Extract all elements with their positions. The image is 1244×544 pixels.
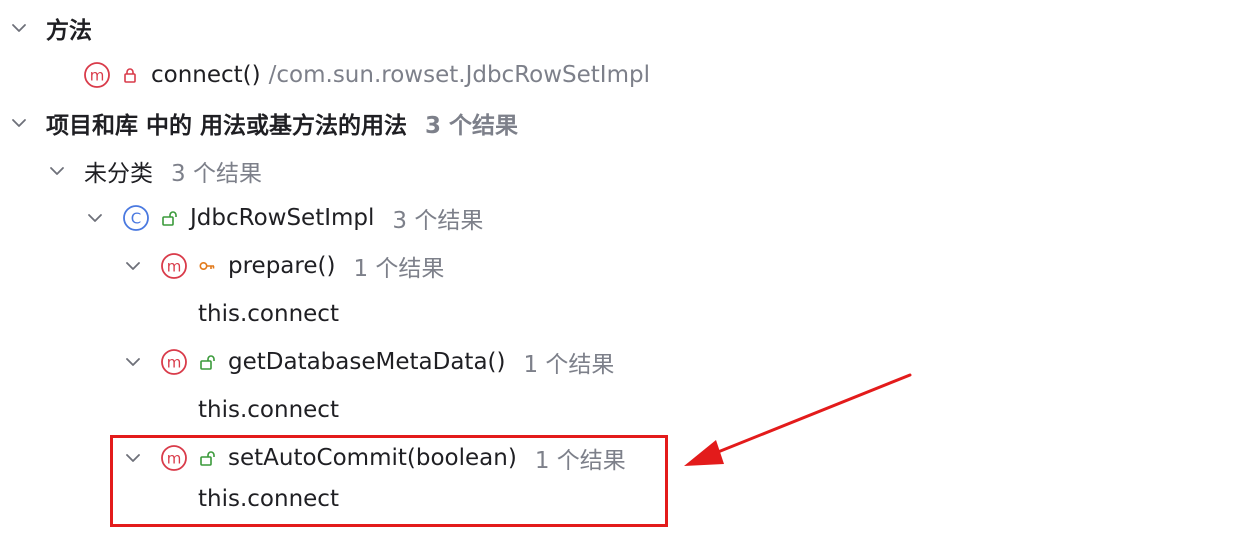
result-count: 3 个结果 xyxy=(392,208,484,234)
lock-open-public-icon xyxy=(198,352,216,372)
tree-row-uncategorized[interactable]: 未分类 3 个结果 xyxy=(0,149,1244,193)
chevron-down-icon[interactable] xyxy=(122,255,144,277)
svg-text:m: m xyxy=(167,258,182,276)
svg-text:m: m xyxy=(167,354,182,372)
method-name: prepare() xyxy=(228,253,336,279)
lock-private-icon xyxy=(121,65,139,85)
method-name: getDatabaseMetaData() xyxy=(228,349,506,375)
method-icon: m xyxy=(83,61,111,89)
tree-row-usages-section[interactable]: 项目和库 中的 用法或基方法的用法 3 个结果 xyxy=(0,101,1244,145)
chevron-down-icon[interactable] xyxy=(84,207,106,229)
group-label: 未分类 xyxy=(84,161,153,187)
tree-row-usage-code[interactable]: this.connect xyxy=(0,292,1244,336)
tree-row-usage-method[interactable]: m getDatabaseMetaData() 1 个结果 xyxy=(0,340,1244,384)
usage-code: this.connect xyxy=(198,301,339,327)
section-label: 方法 xyxy=(46,18,92,44)
section-label: 项目和库 中的 用法或基方法的用法 xyxy=(46,113,408,139)
chevron-down-icon[interactable] xyxy=(122,351,144,373)
result-count: 3 个结果 xyxy=(171,161,262,187)
chevron-down-icon[interactable] xyxy=(8,112,30,134)
tree-row-usage-method[interactable]: m prepare() 1 个结果 xyxy=(0,244,1244,288)
method-path: /com.sun.rowset.JdbcRowSetImpl xyxy=(268,62,650,88)
method-icon: m xyxy=(160,348,188,376)
result-count: 3 个结果 xyxy=(425,113,519,139)
tree-row-usage-code[interactable]: this.connect xyxy=(0,388,1244,432)
chevron-down-icon[interactable] xyxy=(46,160,68,182)
chevron-down-icon[interactable] xyxy=(8,17,30,39)
svg-text:C: C xyxy=(131,210,141,228)
annotation-arrow-icon xyxy=(684,373,912,466)
lock-open-public-icon xyxy=(160,208,178,228)
method-name: connect() xyxy=(151,62,261,88)
annotation-highlight-box xyxy=(110,435,668,527)
tree-row-target-method[interactable]: m connect() /com.sun.rowset.JdbcRowSetIm… xyxy=(0,53,1244,97)
svg-text:m: m xyxy=(90,67,105,85)
tree-row-class[interactable]: C JdbcRowSetImpl 3 个结果 xyxy=(0,196,1244,240)
usage-code: this.connect xyxy=(198,397,339,423)
class-name: JdbcRowSetImpl xyxy=(190,205,375,231)
result-count: 1 个结果 xyxy=(523,352,615,378)
tree-row-methods-section[interactable]: 方法 xyxy=(0,6,1244,50)
method-icon: m xyxy=(160,252,188,280)
result-count: 1 个结果 xyxy=(353,256,445,282)
class-icon: C xyxy=(122,204,150,232)
key-protected-icon xyxy=(198,256,216,276)
